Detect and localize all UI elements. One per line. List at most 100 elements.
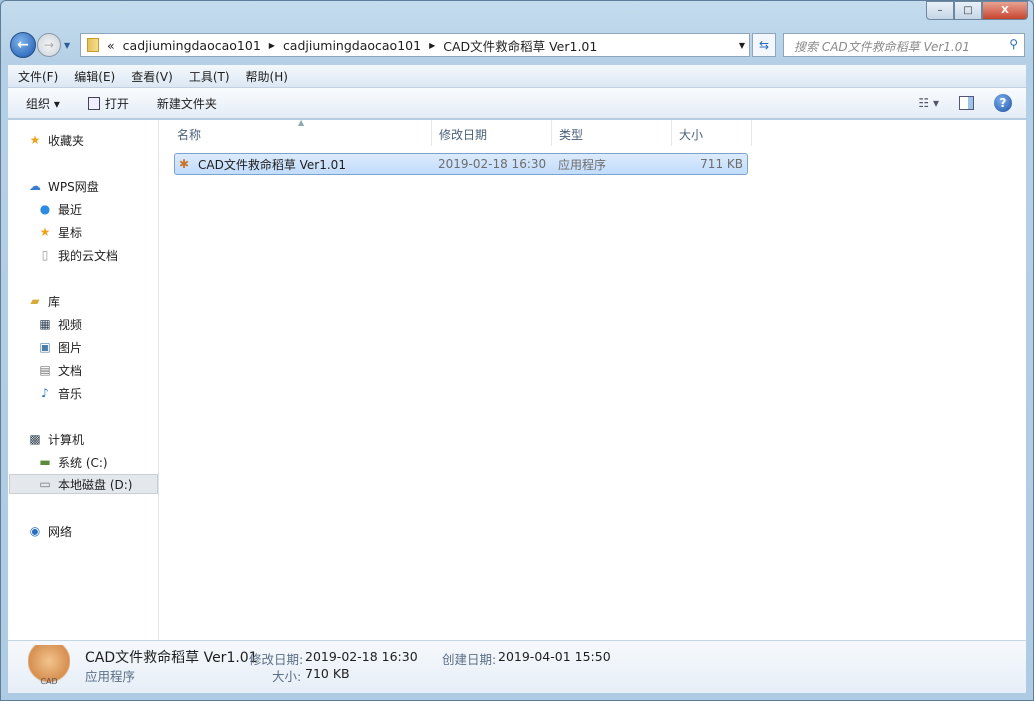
sidebar-label: 系统 (C:) bbox=[58, 455, 108, 470]
open-label: 打开 bbox=[104, 96, 129, 111]
open-button[interactable]: 打开 bbox=[87, 95, 129, 112]
computer-icon: ▩ bbox=[29, 432, 41, 446]
recent-pages-dropdown-icon[interactable]: ▼ bbox=[64, 41, 70, 50]
breadcrumb-overflow[interactable]: « bbox=[107, 38, 115, 53]
sidebar-item-drive-c[interactable]: ▬ 系统 (C:) bbox=[38, 452, 108, 472]
folder-icon bbox=[87, 38, 99, 52]
search-icon[interactable]: ⚲ bbox=[1009, 37, 1018, 51]
menu-help[interactable]: 帮助(H) bbox=[246, 68, 288, 85]
sidebar-label: 收藏夹 bbox=[48, 133, 85, 148]
sidebar-label: 文档 bbox=[58, 363, 83, 378]
details-pane: CAD CAD文件救命稻草 Ver1.01 应用程序 修改日期: 2019-02… bbox=[8, 640, 1026, 693]
sidebar-label: 本地磁盘 (D:) bbox=[58, 477, 133, 492]
sidebar-item-network[interactable]: ◉ 网络 bbox=[28, 521, 72, 541]
file-name: CAD文件救命稻草 Ver1.01 bbox=[198, 157, 346, 172]
column-modified[interactable]: 修改日期 bbox=[432, 120, 552, 146]
music-icon: ♪ bbox=[41, 386, 49, 400]
modified-value: 2019-02-18 16:30 bbox=[305, 649, 418, 664]
sidebar-label: 网络 bbox=[48, 524, 73, 539]
sidebar-label: 视频 bbox=[58, 317, 83, 332]
clock-icon: ● bbox=[39, 202, 51, 216]
menu-tools[interactable]: 工具(T) bbox=[189, 68, 230, 85]
menu-file[interactable]: 文件(F) bbox=[18, 68, 58, 85]
document-icon: ▤ bbox=[39, 363, 51, 377]
sidebar-item-pictures[interactable]: ▣ 图片 bbox=[38, 337, 82, 357]
sidebar-label: 最近 bbox=[58, 202, 83, 217]
sidebar-label: WPS网盘 bbox=[48, 179, 99, 194]
sidebar-item-drive-d[interactable]: ▭ 本地磁盘 (D:) bbox=[9, 474, 158, 494]
menu-view[interactable]: 查看(V) bbox=[131, 68, 173, 85]
column-type[interactable]: 类型 bbox=[552, 120, 672, 146]
sidebar-item-libraries[interactable]: ▰ 库 bbox=[28, 291, 60, 311]
navigation-pane: ★ 收藏夹 ☁ WPS网盘 ● 最近 ★ 星标 ▯ 我的云文档 ▰ 库 ▦ 视频 ▣ 图片 ▤ 文… bbox=[8, 120, 159, 640]
view-options-icon[interactable]: ☷ ▾ bbox=[918, 96, 939, 110]
sidebar-item-starred[interactable]: ★ 星标 bbox=[38, 222, 82, 242]
size-value: 710 KB bbox=[305, 666, 350, 681]
breadcrumb-item[interactable]: CAD文件救命稻草 Ver1.01 bbox=[443, 36, 597, 55]
size-label: 大小: bbox=[272, 669, 302, 684]
command-bar: 组织 ▾ 打开 新建文件夹 ☷ ▾ ? bbox=[8, 88, 1026, 119]
open-icon bbox=[87, 96, 100, 110]
preview-pane-icon[interactable] bbox=[959, 96, 974, 110]
created-label: 创建日期: bbox=[442, 652, 497, 667]
file-modified: 2019-02-18 16:30 bbox=[438, 157, 547, 171]
forward-button[interactable]: → bbox=[37, 33, 61, 57]
menu-edit[interactable]: 编辑(E) bbox=[74, 68, 115, 85]
sidebar-label: 库 bbox=[48, 294, 61, 309]
organize-button[interactable]: 组织 ▾ bbox=[26, 95, 60, 112]
sidebar-item-recent[interactable]: ● 最近 bbox=[38, 199, 82, 219]
breadcrumb-separator-icon[interactable]: ▶ bbox=[269, 41, 275, 50]
sort-ascending-icon: ▲ bbox=[298, 118, 305, 127]
forward-arrow-icon: → bbox=[43, 38, 55, 52]
minimize-button[interactable]: – bbox=[926, 1, 954, 20]
navigation-buttons: ← → ▼ bbox=[10, 32, 70, 58]
help-icon[interactable]: ? bbox=[994, 94, 1012, 112]
sidebar-label: 星标 bbox=[58, 225, 83, 240]
system-drive-icon: ▬ bbox=[39, 455, 51, 469]
network-icon: ◉ bbox=[29, 524, 41, 538]
document-icon: ▯ bbox=[41, 248, 49, 262]
sidebar-item-music[interactable]: ♪ 音乐 bbox=[38, 383, 82, 403]
address-bar[interactable]: « cadjiumingdaocao101 ▶ cadjiumingdaocao… bbox=[80, 33, 750, 57]
back-button[interactable]: ← bbox=[10, 32, 36, 58]
sidebar-label: 我的云文档 bbox=[58, 248, 119, 263]
scarecrow-app-icon-large: CAD bbox=[28, 645, 70, 691]
new-folder-button[interactable]: 新建文件夹 bbox=[157, 95, 217, 112]
sidebar-item-computer[interactable]: ▩ 计算机 bbox=[28, 429, 84, 449]
sidebar-item-videos[interactable]: ▦ 视频 bbox=[38, 314, 82, 334]
breadcrumb-separator-icon[interactable]: ▶ bbox=[429, 41, 435, 50]
sidebar-item-favorites[interactable]: ★ 收藏夹 bbox=[28, 130, 84, 150]
back-arrow-icon: ← bbox=[17, 37, 29, 53]
sidebar-label: 计算机 bbox=[48, 432, 85, 447]
caption-buttons: – □ X bbox=[926, 1, 1028, 20]
column-headers: ▲ 名称 修改日期 类型 大小 bbox=[170, 118, 752, 146]
column-size[interactable]: 大小 bbox=[672, 120, 752, 146]
star-icon: ★ bbox=[39, 225, 51, 239]
maximize-button[interactable]: □ bbox=[954, 1, 982, 20]
library-icon: ▰ bbox=[30, 294, 40, 308]
refresh-icon: ⇆ bbox=[758, 38, 770, 52]
close-button[interactable]: X bbox=[982, 1, 1028, 20]
file-type: 应用程序 bbox=[558, 157, 607, 172]
sidebar-item-wps[interactable]: ☁ WPS网盘 bbox=[28, 176, 99, 196]
search-input[interactable]: 搜索 CAD文件救命稻草 Ver1.01 ⚲ bbox=[783, 33, 1025, 57]
main-pane: ★ 收藏夹 ☁ WPS网盘 ● 最近 ★ 星标 ▯ 我的云文档 ▰ 库 ▦ 视频 ▣ 图片 ▤ 文… bbox=[8, 118, 1026, 640]
drive-icon: ▭ bbox=[39, 477, 51, 491]
scarecrow-app-icon: ✱ bbox=[179, 157, 190, 171]
film-icon: ▦ bbox=[39, 317, 51, 331]
breadcrumb-item[interactable]: cadjiumingdaocao101 bbox=[283, 38, 421, 53]
sidebar-label: 音乐 bbox=[58, 386, 83, 401]
sidebar-item-documents[interactable]: ▤ 文档 bbox=[38, 360, 82, 380]
refresh-button[interactable]: ⇆ bbox=[752, 33, 776, 57]
details-file-name: CAD文件救命稻草 Ver1.01 bbox=[85, 650, 258, 666]
sidebar-label: 图片 bbox=[58, 340, 83, 355]
picture-icon: ▣ bbox=[39, 340, 51, 354]
file-row[interactable]: ✱ CAD文件救命稻草 Ver1.01 2019-02-18 16:30 应用程… bbox=[174, 153, 748, 175]
search-placeholder: 搜索 CAD文件救命稻草 Ver1.01 bbox=[794, 40, 970, 54]
sidebar-item-cloud-docs[interactable]: ▯ 我的云文档 bbox=[38, 245, 118, 265]
details-file-type: 应用程序 bbox=[85, 669, 136, 684]
cloud-icon: ☁ bbox=[29, 179, 41, 193]
breadcrumb-item[interactable]: cadjiumingdaocao101 bbox=[123, 38, 261, 53]
file-size: 711 KB bbox=[700, 157, 743, 171]
address-dropdown-icon[interactable]: ▼ bbox=[739, 41, 745, 50]
